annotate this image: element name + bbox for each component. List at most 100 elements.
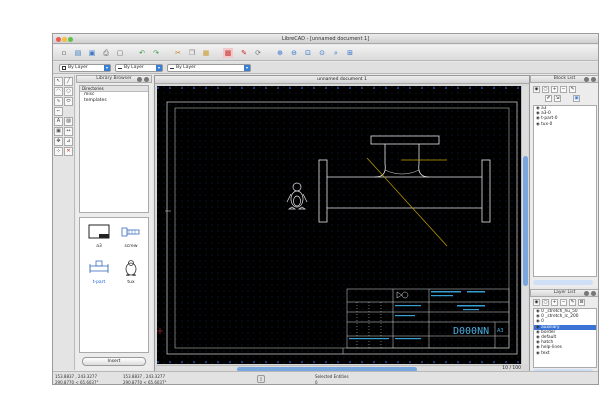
t-part-preview-icon bbox=[89, 260, 109, 273]
layer-list-panel: Layer List ◉ ○ + − ✎ ⊟ ◉ 0 _stretch_hu_50 ◉ 0… bbox=[530, 289, 598, 375]
title-bar: LibreCAD - [unnamed document 1] bbox=[53, 34, 598, 44]
edit-block-icon[interactable]: ✐ bbox=[545, 95, 552, 102]
block-actions: ◉ ○ + − ✎ bbox=[533, 86, 578, 93]
panel-float-icon[interactable] bbox=[137, 77, 142, 82]
create-block-icon[interactable]: ▣ bbox=[573, 95, 580, 102]
hatch-tool-icon[interactable]: ▨ bbox=[64, 117, 73, 126]
minimize-window-icon[interactable] bbox=[62, 37, 67, 42]
zoom-window-icon[interactable]: ⌕ bbox=[331, 48, 341, 58]
library-browser-header: Library Browser bbox=[76, 75, 152, 83]
thumbnail-a3[interactable]: a3 bbox=[85, 224, 113, 254]
info-tool-icon[interactable]: ✕ bbox=[64, 147, 73, 156]
status-bar: 153.8837 , 243.3277 290.8770 < 65.6037° … bbox=[53, 371, 598, 385]
select-icon[interactable]: ↖ bbox=[54, 77, 63, 86]
selected-entities-count: 0 bbox=[315, 380, 318, 385]
close-window-icon[interactable] bbox=[56, 37, 61, 42]
copy-icon[interactable]: ❐ bbox=[187, 48, 197, 58]
screw-preview-icon bbox=[121, 227, 140, 237]
new-icon[interactable]: ▫ bbox=[59, 48, 69, 58]
dimension-tool-icon[interactable]: ↔ bbox=[64, 127, 73, 136]
document-title: unnamed document 1 bbox=[317, 77, 367, 82]
remove-block-icon[interactable]: − bbox=[560, 86, 567, 93]
thumbnail-tux[interactable]: tux bbox=[117, 260, 145, 290]
line-type-icon bbox=[170, 68, 174, 72]
insert-block-icon[interactable]: ⇲ bbox=[554, 95, 561, 102]
save-icon[interactable]: ▣ bbox=[87, 48, 97, 58]
vertical-scrollbar[interactable] bbox=[521, 86, 528, 364]
tux-preview-icon bbox=[125, 260, 137, 276]
zoom-previous-icon[interactable]: ⊙ bbox=[317, 48, 327, 58]
panel-float-icon[interactable] bbox=[584, 77, 589, 82]
librecad-window: LibreCAD - [unnamed document 1] ▫ ▤ ▣ ⎙ … bbox=[52, 33, 599, 385]
panel-close-icon[interactable] bbox=[144, 77, 149, 82]
modify-tool-icon[interactable]: ✥ bbox=[54, 137, 63, 146]
block-tool-icon[interactable]: ▣ bbox=[54, 127, 63, 136]
undo-icon[interactable]: ↶ bbox=[137, 48, 147, 58]
color-select[interactable]: By Layer ▾ bbox=[59, 64, 111, 72]
hide-all-layers-icon[interactable]: ○ bbox=[542, 299, 549, 306]
list-item[interactable]: ◉ tux-0 bbox=[534, 122, 596, 127]
measure-tool-icon[interactable]: ⊿ bbox=[64, 137, 73, 146]
block-list-scrollbar[interactable] bbox=[533, 280, 593, 285]
thumbnail-screw[interactable]: screw bbox=[117, 224, 145, 254]
chevron-down-icon: ▾ bbox=[156, 65, 162, 71]
document-title-bar: unnamed document 1 bbox=[155, 76, 529, 84]
pen-toolbar: By Layer ▾ By Layer ▾ By Layer ▾ bbox=[53, 62, 598, 74]
list-item[interactable]: ◉ text bbox=[534, 351, 596, 356]
print-icon[interactable]: ⎙ bbox=[101, 48, 111, 58]
layer-list-header: Layer List bbox=[530, 289, 598, 297]
edit-layer-icon[interactable]: ✎ bbox=[569, 299, 576, 306]
show-all-blocks-icon[interactable]: ◉ bbox=[533, 86, 540, 93]
draft-icon[interactable]: ✎ bbox=[239, 48, 249, 58]
ellipse-tool-icon[interactable]: ⬭ bbox=[64, 97, 73, 106]
redraw-icon[interactable]: ⟳ bbox=[253, 48, 263, 58]
thumbnail-label: screw bbox=[124, 244, 138, 249]
line-width-icon bbox=[118, 68, 122, 72]
cut-icon[interactable]: ✂ bbox=[173, 48, 183, 58]
grid-icon[interactable]: ▩ bbox=[223, 48, 233, 58]
add-block-icon[interactable]: + bbox=[551, 86, 558, 93]
library-browser-panel: Library Browser Directories misc templat… bbox=[76, 75, 152, 370]
show-all-layers-icon[interactable]: ◉ bbox=[533, 299, 540, 306]
line-width-select[interactable]: By Layer ▾ bbox=[115, 64, 163, 72]
color-swatch-icon bbox=[62, 66, 66, 70]
panel-close-icon[interactable] bbox=[591, 77, 596, 82]
relative-polar-coordinates: 290.8770 < 65.6037° bbox=[123, 380, 167, 385]
text-tool-icon[interactable]: A bbox=[54, 117, 63, 126]
zoom-auto-icon[interactable]: ⊡ bbox=[303, 48, 313, 58]
hide-all-blocks-icon[interactable]: ○ bbox=[542, 86, 549, 93]
thumbnail-t-part[interactable]: t-part bbox=[85, 260, 113, 290]
curve-tool-icon[interactable]: ∿ bbox=[54, 97, 63, 106]
insert-button[interactable]: Insert bbox=[82, 357, 146, 366]
directory-item-templates[interactable]: templates bbox=[80, 98, 148, 104]
grid-dots bbox=[157, 86, 521, 364]
zoom-out-icon[interactable]: ⊖ bbox=[289, 48, 299, 58]
panel-float-icon[interactable] bbox=[584, 291, 589, 296]
circle-tool-icon[interactable]: ○ bbox=[64, 87, 73, 96]
remove-layer-icon[interactable]: − bbox=[560, 299, 567, 306]
zoom-in-icon[interactable]: ⊕ bbox=[275, 48, 285, 58]
rename-block-icon[interactable]: ✎ bbox=[569, 86, 576, 93]
snap-tool-icon[interactable]: ⊹ bbox=[54, 147, 63, 156]
zoom-pan-icon[interactable]: ⊞ bbox=[345, 48, 355, 58]
arc-tool-icon[interactable]: ◠ bbox=[54, 87, 63, 96]
absolute-coordinates: 153.8837 , 243.3277 bbox=[55, 374, 97, 379]
scroll-thumb[interactable] bbox=[523, 156, 528, 286]
chevron-down-icon: ▾ bbox=[104, 65, 110, 71]
lock-layer-icon[interactable]: ⊟ bbox=[578, 299, 585, 306]
polyline-tool-icon[interactable]: ⌐ bbox=[54, 107, 63, 116]
panel-close-icon[interactable] bbox=[591, 291, 596, 296]
add-layer-icon[interactable]: + bbox=[551, 299, 558, 306]
selected-entities-label: Selected Entities bbox=[315, 374, 349, 379]
print-preview-icon[interactable]: ▢ bbox=[115, 48, 125, 58]
zoom-window-icon[interactable] bbox=[68, 37, 73, 42]
open-icon[interactable]: ▤ bbox=[73, 48, 83, 58]
paste-icon[interactable]: ▦ bbox=[201, 48, 211, 58]
line-type-select[interactable]: By Layer ▾ bbox=[167, 64, 251, 72]
window-title: LibreCAD - [unnamed document 1] bbox=[281, 36, 370, 42]
drawing-canvas[interactable]: D000NN A3 bbox=[157, 86, 521, 364]
relative-coordinates: 153.8837 , 243.3277 bbox=[123, 374, 165, 379]
redo-icon[interactable]: ↷ bbox=[151, 48, 161, 58]
thumbnail-label: t-part bbox=[92, 280, 106, 285]
line-tool-icon[interactable]: ╱ bbox=[64, 77, 73, 86]
